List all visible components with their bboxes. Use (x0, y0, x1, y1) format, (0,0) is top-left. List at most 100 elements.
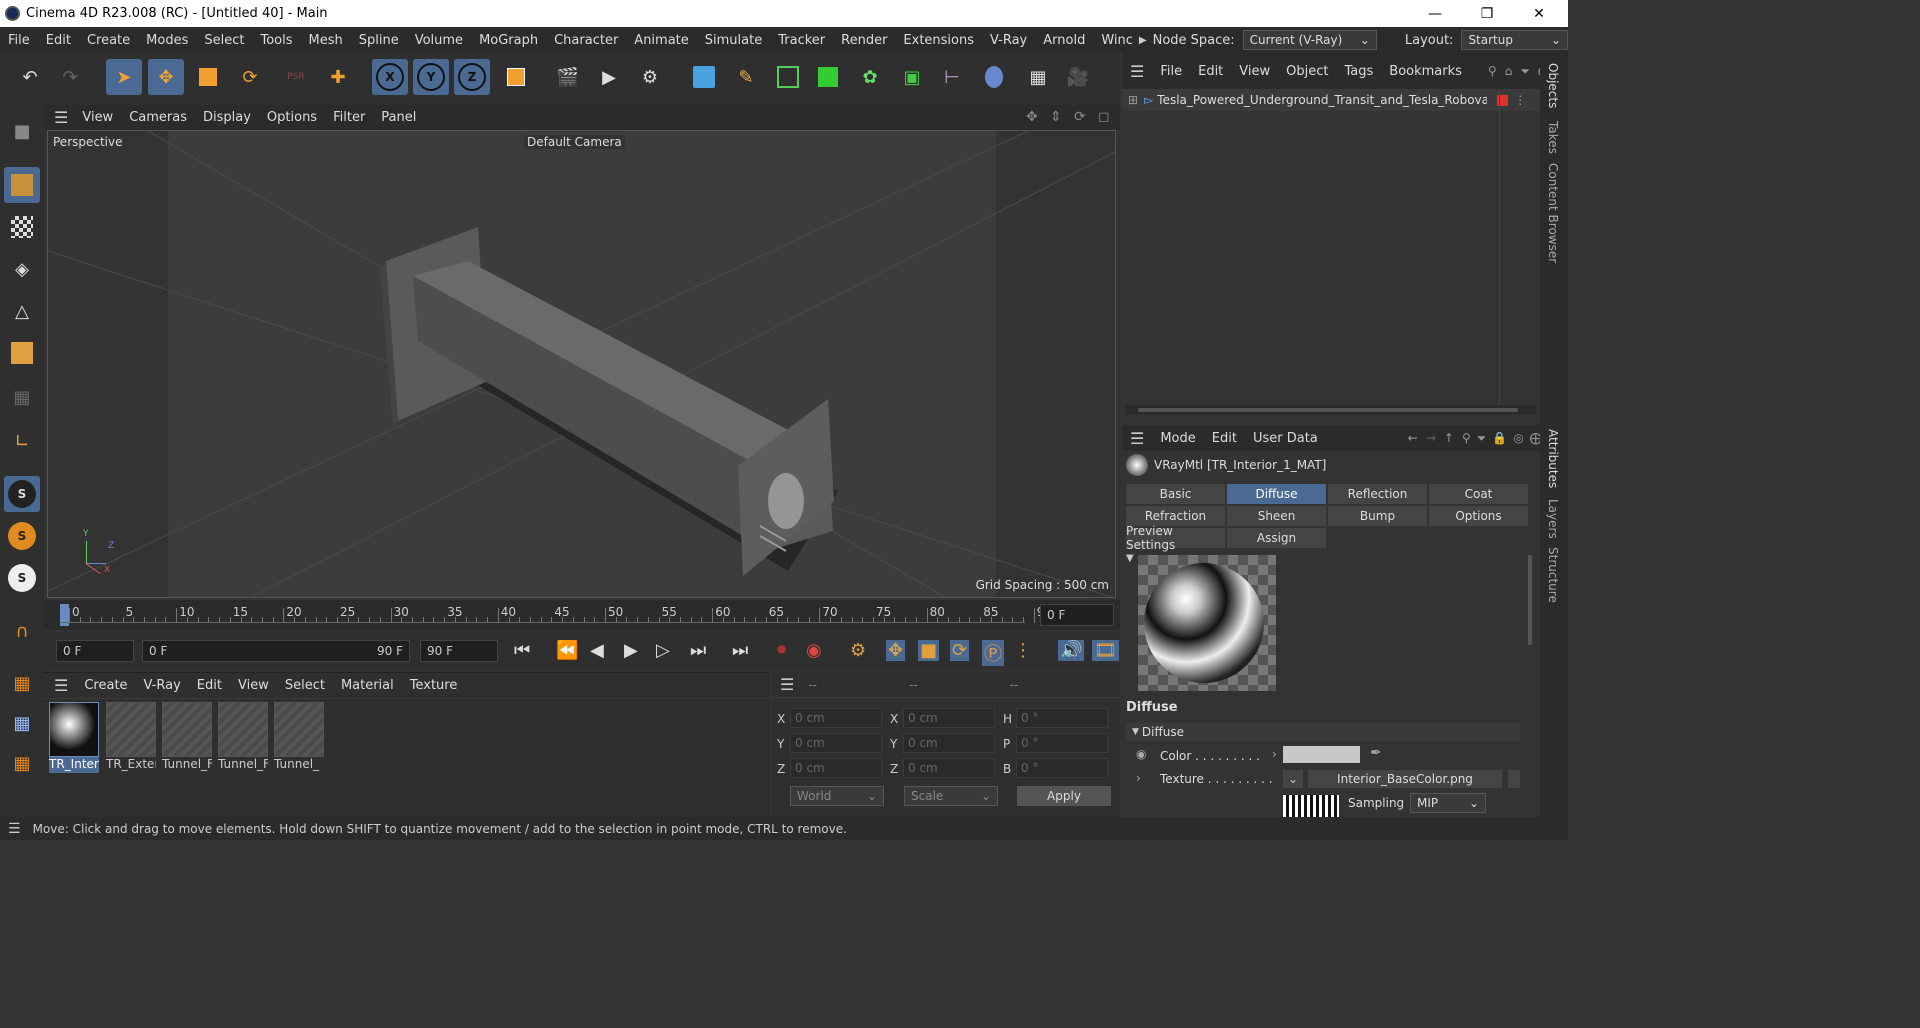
chevron-right-icon[interactable]: › (1272, 747, 1277, 761)
menu-arnold[interactable]: Arnold (1035, 33, 1093, 48)
forward-arrow-icon[interactable]: → (1426, 431, 1436, 445)
obj-menu-edit[interactable]: Edit (1190, 64, 1231, 79)
play-icon[interactable]: ▶ (624, 640, 638, 661)
z-axis-lock-icon[interactable]: Z (454, 59, 490, 95)
coord-mode-select[interactable]: World ⌄ (790, 786, 884, 806)
obj-menu-file[interactable]: File (1152, 64, 1190, 79)
object-name[interactable]: Tesla_Powered_Underground_Transit_and_Te… (1157, 93, 1487, 107)
hamburger-icon[interactable]: ☰ (780, 675, 794, 694)
menu-edit[interactable]: Edit (38, 33, 79, 48)
go-to-start-icon[interactable]: ⏮ (514, 640, 530, 661)
menu-overflow-icon[interactable]: ▶ (1135, 35, 1151, 46)
menu-window[interactable]: Winc (1093, 33, 1135, 48)
filter-icon[interactable]: ⏷ (1477, 431, 1487, 446)
texture-mode-icon[interactable] (4, 209, 40, 245)
mat-menu-create[interactable]: Create (76, 678, 135, 693)
move-tool-icon[interactable]: ✥ (148, 59, 184, 95)
cube-icon[interactable] (686, 59, 722, 95)
tab-assign[interactable]: Assign (1227, 528, 1326, 548)
tab-structure[interactable]: Structure (1546, 547, 1560, 603)
lock-icon[interactable]: 🔒 (1492, 431, 1507, 445)
magnet-icon[interactable]: ∩ (4, 613, 40, 649)
go-to-end-icon[interactable]: ⏭ (732, 640, 748, 661)
texture-more-button[interactable] (1508, 770, 1520, 788)
maximize-view-icon[interactable]: ◻ (1098, 109, 1110, 125)
previous-frame-icon[interactable]: ◀ (590, 640, 604, 661)
menu-file[interactable]: File (0, 33, 38, 48)
horizontal-scrollbar[interactable] (1126, 405, 1536, 415)
undo-icon[interactable]: ↶ (12, 59, 48, 95)
viewport-menu-display[interactable]: Display (195, 110, 259, 125)
hamburger-icon[interactable]: ☰ (8, 821, 21, 837)
expand-icon[interactable]: ⊞ (1128, 93, 1138, 107)
hamburger-icon[interactable]: ☰ (1130, 62, 1144, 81)
psr-icon[interactable]: PSR (278, 59, 314, 95)
key-position-icon[interactable]: ✥ (886, 640, 906, 661)
apply-button[interactable]: Apply (1017, 786, 1111, 806)
mat-menu-material[interactable]: Material (333, 678, 402, 693)
viewport-menu-panel[interactable]: Panel (373, 110, 424, 125)
live-selection-icon[interactable]: ➤ (106, 59, 142, 95)
obj-menu-object[interactable]: Object (1278, 64, 1336, 79)
hamburger-icon[interactable]: ☰ (1130, 429, 1144, 448)
rotate-tool-icon[interactable]: ⟳ (232, 59, 268, 95)
uv-mode-icon[interactable]: ▦ (4, 379, 40, 415)
keyframe-selection-icon[interactable]: ⚙ (850, 640, 866, 661)
search-icon[interactable]: ⚲ (1462, 431, 1471, 445)
tab-diffuse[interactable]: Diffuse (1227, 484, 1326, 504)
obj-menu-bookmarks[interactable]: Bookmarks (1381, 64, 1470, 79)
record-icon[interactable]: ⚫ (774, 640, 789, 661)
subdivision-icon[interactable] (770, 59, 806, 95)
end-frame-field[interactable]: 90 F (420, 640, 498, 662)
coordinate-system-icon[interactable] (498, 59, 534, 95)
viewport-menu-view[interactable]: View (74, 110, 121, 125)
snap-s-icon[interactable]: S (4, 476, 40, 512)
mograph-fracture-icon[interactable]: ▣ (894, 59, 930, 95)
menu-modes[interactable]: Modes (138, 33, 196, 48)
coord-value-field[interactable]: 0 cm (790, 708, 882, 728)
minimize-button[interactable]: — (1412, 0, 1458, 27)
material-item[interactable]: TR_Exter (106, 702, 156, 774)
node-space-select[interactable]: Current (V-Ray) ⌄ (1242, 30, 1377, 50)
viewport-menu-options[interactable]: Options (259, 110, 325, 125)
menu-extensions[interactable]: Extensions (895, 33, 982, 48)
sound-icon[interactable]: 🔊 (1058, 640, 1085, 661)
extrude-icon[interactable] (810, 59, 846, 95)
coord-value-field[interactable]: 0 ° (1016, 708, 1108, 728)
pan-icon[interactable]: ✥ (1026, 109, 1038, 125)
menu-spline[interactable]: Spline (351, 33, 407, 48)
up-arrow-icon[interactable]: ↑ (1444, 431, 1454, 445)
radio-icon[interactable]: ◉ (1136, 747, 1146, 761)
key-parameter-icon[interactable]: Ⓟ (982, 640, 1004, 666)
menu-mograph[interactable]: MoGraph (471, 33, 546, 48)
dolly-icon[interactable]: ⇕ (1050, 109, 1062, 125)
coord-value-field[interactable]: 0 cm (790, 758, 882, 778)
render-icon[interactable]: ▶ (591, 59, 627, 95)
attr-menu-userdata[interactable]: User Data (1245, 431, 1326, 446)
hamburger-icon[interactable]: ☰ (54, 108, 68, 127)
material-item[interactable]: Tunnel_F (218, 702, 268, 774)
frame-range-slider[interactable]: 0 F 90 F (142, 640, 410, 662)
camera-icon[interactable]: 🎥 (1060, 59, 1096, 95)
tab-basic[interactable]: Basic (1126, 484, 1225, 504)
point-mode-icon[interactable]: ◈ (4, 251, 40, 287)
mat-menu-view[interactable]: View (230, 678, 277, 693)
tab-refraction[interactable]: Refraction (1126, 506, 1225, 526)
model-mode-icon[interactable] (4, 167, 40, 203)
field-icon[interactable] (976, 59, 1012, 95)
filter-icon[interactable]: ⏷ (1520, 64, 1530, 79)
auto-key-icon[interactable]: ◉ (806, 640, 822, 661)
mograph-cloner-icon[interactable]: ✿ (852, 59, 888, 95)
tab-bump[interactable]: Bump (1328, 506, 1427, 526)
tab-layers[interactable]: Layers (1546, 499, 1560, 539)
eyedropper-icon[interactable]: ✒ (1370, 745, 1382, 761)
start-frame-field[interactable]: 0 F (56, 640, 134, 662)
material-item[interactable]: Tunnel_ (274, 702, 324, 774)
maximize-button[interactable]: ❐ (1464, 0, 1510, 27)
menu-tools[interactable]: Tools (252, 33, 300, 48)
hamburger-icon[interactable]: ☰ (54, 676, 68, 695)
polygon-mode-icon[interactable] (4, 335, 40, 371)
key-pla-icon[interactable]: ⋮ (1014, 640, 1032, 661)
diffuse-group[interactable]: ▼ Diffuse (1126, 723, 1520, 741)
make-editable-icon[interactable]: ■ (4, 113, 40, 149)
